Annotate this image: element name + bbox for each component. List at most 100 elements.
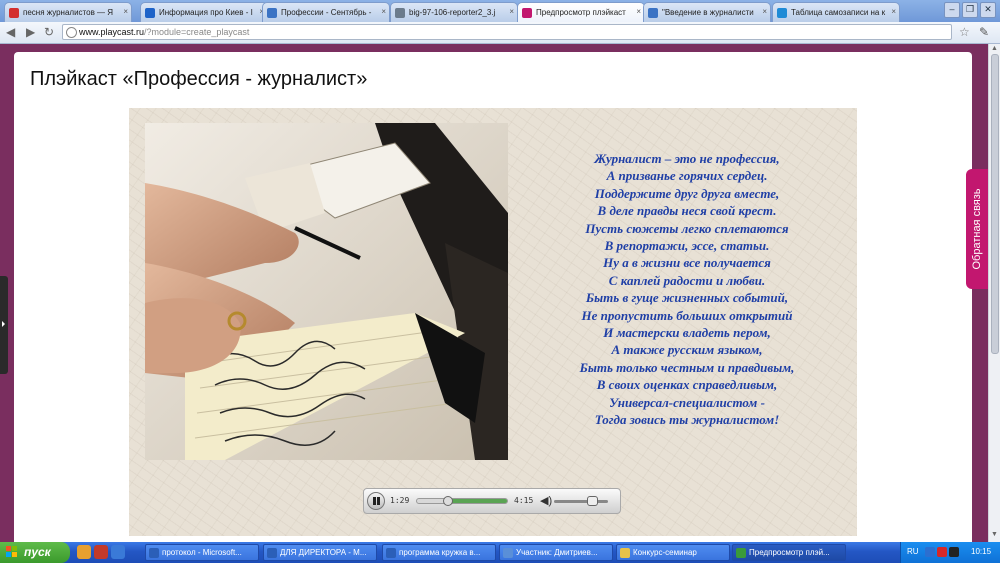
forward-arrow-icon[interactable]: ▶ bbox=[26, 25, 35, 39]
browser-tab[interactable]: Профессии - Сентябрь - × bbox=[262, 2, 390, 22]
audio-player: 1:29 4:15 ◀) bbox=[363, 488, 621, 514]
poem-line: Быть только честным и правдивым, bbox=[579, 359, 795, 375]
page-title: Плэйкаст «Профессия - журналист» bbox=[30, 68, 368, 90]
bookmark-star-icon[interactable]: ☆ bbox=[959, 25, 970, 39]
poem-line: С каплей радости и любви. bbox=[608, 272, 766, 288]
taskbar-label: Конкурс-семинар bbox=[633, 548, 697, 557]
journalist-notebook-photo bbox=[145, 123, 508, 460]
tab-close-icon[interactable]: × bbox=[762, 7, 767, 16]
vertical-scrollbar[interactable]: ▲ ▼ bbox=[988, 44, 1000, 542]
close-icon[interactable]: ✕ bbox=[980, 2, 996, 18]
address-host: www.playcast.ru bbox=[79, 27, 145, 37]
browser-tab[interactable]: big-97-106-reporter2_3.j × bbox=[390, 2, 518, 22]
quick-launch bbox=[77, 545, 125, 559]
back-arrow-icon[interactable]: ◀ bbox=[6, 25, 15, 39]
poem-line: Журналист – это не профессия, bbox=[594, 151, 780, 166]
taskbar-button[interactable]: Предпросмотр плэй... bbox=[732, 544, 846, 561]
globe-icon bbox=[395, 8, 405, 18]
reload-icon[interactable]: ↻ bbox=[44, 25, 54, 39]
app-icon bbox=[386, 548, 396, 558]
pause-button[interactable] bbox=[367, 492, 385, 510]
scroll-up-icon[interactable]: ▲ bbox=[991, 45, 998, 52]
yandex-icon[interactable] bbox=[94, 545, 108, 559]
taskbar-button[interactable]: Участник: Дмитриев... bbox=[499, 544, 613, 561]
browser-tab[interactable]: Таблица самозаписи на к × bbox=[772, 2, 900, 22]
poem-line: В деле правды неся свой крест. bbox=[597, 203, 777, 219]
feedback-tab[interactable]: Обратная связь bbox=[966, 169, 988, 289]
feedback-label: Обратная связь bbox=[971, 188, 983, 270]
app-icon bbox=[736, 548, 746, 558]
tab-close-icon[interactable]: × bbox=[636, 7, 641, 16]
maximize-icon[interactable]: ❐ bbox=[962, 2, 978, 18]
taskbar-label: Участник: Дмитриев... bbox=[516, 548, 598, 557]
browser-tab[interactable]: Предпросмотр плэйкаст × bbox=[517, 2, 645, 22]
taskbar-button[interactable]: программа кружка в... bbox=[382, 544, 496, 561]
taskbar-label: программа кружка в... bbox=[399, 548, 481, 557]
taskbar-label: протокол - Microsoft... bbox=[162, 548, 242, 557]
ie-icon[interactable] bbox=[111, 545, 125, 559]
progress-track[interactable] bbox=[416, 498, 508, 504]
tab-label: big-97-106-reporter2_3.j bbox=[409, 8, 496, 17]
side-panel-handle[interactable] bbox=[0, 276, 8, 374]
help-icon[interactable] bbox=[925, 547, 935, 557]
browser-tab[interactable]: "Введение в журналисти × bbox=[643, 2, 771, 22]
network-icon[interactable] bbox=[949, 547, 959, 557]
scroll-thumb[interactable] bbox=[991, 54, 999, 354]
poem-line: Тогда зовись ты журналистом! bbox=[594, 412, 780, 428]
pause-icon bbox=[373, 497, 376, 505]
browser-tab[interactable]: Информация про Киев - І× bbox=[140, 2, 268, 22]
taskbar-label: Предпросмотр плэй... bbox=[749, 548, 830, 557]
poem-line: Ну а в жизни все получается bbox=[603, 255, 771, 271]
tab-label: Информация про Киев - І bbox=[159, 8, 253, 17]
scroll-down-icon[interactable]: ▼ bbox=[991, 531, 998, 538]
poem-line: Пусть сюжеты легко сплетаются bbox=[585, 220, 789, 236]
poem-line: В репортажи, эссе, статьи. bbox=[604, 238, 770, 254]
edge-icon bbox=[777, 8, 787, 18]
yandex-icon bbox=[9, 8, 19, 18]
tab-label: Профессии - Сентябрь - bbox=[281, 8, 372, 17]
tab-close-icon[interactable]: × bbox=[891, 7, 896, 16]
clock: 10:15 bbox=[971, 547, 992, 556]
poem-line: Не пропустить больших открытий bbox=[581, 307, 793, 323]
minimize-icon[interactable]: – bbox=[944, 2, 960, 18]
tab-label: Таблица самозаписи на к bbox=[791, 8, 886, 17]
poem-line: Поддержите друг друга вместе, bbox=[594, 185, 780, 201]
playcast-panel: Журналист – это не профессия, А призванье… bbox=[129, 108, 857, 536]
taskbar-label: ДЛЯ ДИРЕКТОРА - M... bbox=[280, 548, 367, 557]
wrench-icon[interactable]: ✎ bbox=[979, 25, 989, 39]
start-label: пуск bbox=[24, 545, 51, 559]
windows-taskbar: пуск протокол - Microsoft... ДЛЯ ДИРЕКТОР… bbox=[0, 542, 1000, 563]
poem-text: Журналист – это не профессия, А призванье… bbox=[533, 150, 841, 429]
progress-knob[interactable] bbox=[443, 496, 454, 506]
content-card: Плэйкаст «Профессия - журналист» Журнали… bbox=[14, 52, 972, 542]
window-controls: – ❐ ✕ bbox=[944, 2, 996, 18]
volume-slider[interactable] bbox=[554, 500, 608, 503]
poem-line: А призванье горячих сердец. bbox=[606, 168, 768, 184]
language-indicator[interactable]: RU bbox=[907, 547, 919, 556]
elapsed-time: 1:29 bbox=[390, 496, 410, 505]
app-icon bbox=[149, 548, 159, 558]
taskbar-button[interactable]: ДЛЯ ДИРЕКТОРА - M... bbox=[263, 544, 377, 561]
playcast-icon bbox=[522, 8, 532, 18]
address-bar[interactable]: www.playcast.ru/?module=create_playcast bbox=[62, 24, 952, 40]
poem-line: Быть в гуще жизненных событий, bbox=[585, 290, 789, 306]
poem-line: А также русским языком, bbox=[611, 342, 763, 358]
tab-close-icon[interactable]: × bbox=[123, 7, 128, 16]
taskbar-button[interactable]: протокол - Microsoft... bbox=[145, 544, 259, 561]
volume-knob[interactable] bbox=[586, 496, 598, 506]
document-icon bbox=[648, 8, 658, 18]
address-path: /?module=create_playcast bbox=[144, 27, 250, 37]
tab-close-icon[interactable]: × bbox=[509, 7, 514, 16]
browser-toolbar: ◀ ▶ ↻ www.playcast.ru/?module=create_pla… bbox=[0, 22, 1000, 44]
globe-icon bbox=[66, 27, 77, 38]
tab-close-icon[interactable]: × bbox=[381, 7, 386, 16]
browser-tab[interactable]: песня журналистов — Я × bbox=[4, 2, 132, 22]
chrome-icon[interactable] bbox=[77, 545, 91, 559]
system-tray: RU 10:15 bbox=[900, 542, 1000, 563]
speaker-icon[interactable]: ◀) bbox=[540, 494, 552, 507]
tab-label: песня журналистов — Я bbox=[23, 8, 114, 17]
start-button[interactable]: пуск bbox=[0, 542, 70, 563]
app-icon bbox=[620, 548, 630, 558]
antivirus-icon[interactable] bbox=[937, 547, 947, 557]
taskbar-button[interactable]: Конкурс-семинар bbox=[616, 544, 730, 561]
